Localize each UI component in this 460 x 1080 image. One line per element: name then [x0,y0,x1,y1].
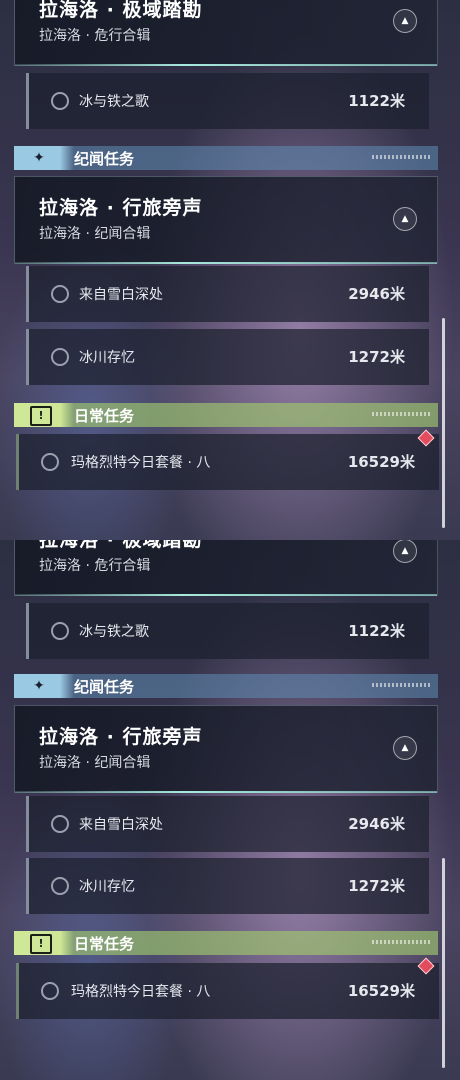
quest-list-panel: 拉海洛 · 极域踏勘 拉海洛 · 危行合辑 ▲ 冰与铁之歌 1122米 ✦ 纪闻… [0,540,460,1080]
quest-list-panel: 拉海洛 · 极域踏勘 拉海洛 · 危行合辑 ▲ 冰与铁之歌 1122米 ✦ 纪闻… [0,0,460,540]
chevron-up-icon[interactable]: ▲ [393,9,417,33]
task-distance: 16529米 [347,453,415,471]
task-distance: 2946米 [348,815,405,833]
task-row[interactable]: 冰川存忆 1272米 [26,858,429,914]
task-status-circle-icon [51,285,69,303]
quest-group-card-expedition[interactable]: 拉海洛 · 极域踏勘 拉海洛 · 危行合辑 ▲ [14,540,438,596]
task-status-circle-icon [51,815,69,833]
section-header-decoration [372,155,432,159]
quest-group-title: 拉海洛 · 极域踏勘 [39,0,203,21]
quest-group-card-travel[interactable]: 拉海洛 · 行旅旁声 拉海洛 · 纪闻合辑 ▲ [14,705,438,793]
section-header-decoration [372,683,432,687]
section-header-label: 纪闻任务 [74,150,135,168]
scrollbar-thumb[interactable] [442,318,445,528]
section-header-decoration [372,940,432,944]
task-row[interactable]: 冰与铁之歌 1122米 [26,73,429,129]
task-name: 玛格烈特今日套餐 · 八 [71,984,211,1000]
task-distance: 2946米 [348,285,405,303]
card-glow-line [15,594,437,596]
quest-group-title: 拉海洛 · 行旅旁声 [39,726,203,748]
section-header-daily-quests: ! 日常任务 [14,931,438,955]
section-header-daily-quests: ! 日常任务 [14,403,438,427]
section-header-decoration [372,412,432,416]
card-glow-line [15,791,437,793]
quest-group-subtitle: 拉海洛 · 纪闻合辑 [39,226,151,242]
task-name: 来自雪白深处 [79,817,163,833]
task-row[interactable]: 来自雪白深处 2946米 [26,796,429,852]
task-row[interactable]: 冰川存忆 1272米 [26,329,429,385]
section-header-label: 日常任务 [74,935,135,953]
task-name: 玛格烈特今日套餐 · 八 [71,455,211,471]
scrollbar-thumb[interactable] [442,858,445,1068]
task-row[interactable]: 冰与铁之歌 1122米 [26,603,429,659]
chevron-up-icon[interactable]: ▲ [393,736,417,760]
quest-group-title: 拉海洛 · 极域踏勘 [39,540,203,551]
chevron-up-icon[interactable]: ▲ [393,540,417,563]
chevron-up-icon[interactable]: ▲ [393,207,417,231]
task-row[interactable]: 来自雪白深处 2946米 [26,266,429,322]
task-status-circle-icon [41,982,59,1000]
exclamation-icon: ! [30,406,52,426]
task-distance: 16529米 [347,982,415,1000]
section-header-lore-quests: ✦ 纪闻任务 [14,146,438,170]
exclamation-icon: ! [30,934,52,954]
task-distance: 1122米 [348,92,405,110]
task-name: 来自雪白深处 [79,287,163,303]
quest-group-title: 拉海洛 · 行旅旁声 [39,197,203,219]
card-glow-line [15,262,437,264]
quest-group-card-travel[interactable]: 拉海洛 · 行旅旁声 拉海洛 · 纪闻合辑 ▲ [14,176,438,264]
quest-group-subtitle: 拉海洛 · 纪闻合辑 [39,755,151,771]
section-header-label: 纪闻任务 [74,678,135,696]
task-distance: 1272米 [348,877,405,895]
quest-group-subtitle: 拉海洛 · 危行合辑 [39,558,151,574]
task-distance: 1272米 [348,348,405,366]
task-row[interactable]: 玛格烈特今日套餐 · 八 16529米 [16,963,439,1019]
task-name: 冰川存忆 [79,350,135,366]
section-header-label: 日常任务 [74,407,135,425]
task-distance: 1122米 [348,622,405,640]
task-status-circle-icon [51,622,69,640]
task-row[interactable]: 玛格烈特今日套餐 · 八 16529米 [16,434,439,490]
task-name: 冰川存忆 [79,879,135,895]
sparkle-icon: ✦ [33,150,45,166]
task-status-circle-icon [41,453,59,471]
card-glow-line [15,64,437,66]
task-name: 冰与铁之歌 [79,624,149,640]
section-header-lore-quests: ✦ 纪闻任务 [14,674,438,698]
task-status-circle-icon [51,92,69,110]
task-name: 冰与铁之歌 [79,94,149,110]
quest-group-subtitle: 拉海洛 · 危行合辑 [39,28,151,44]
task-status-circle-icon [51,877,69,895]
sparkle-icon: ✦ [33,678,45,694]
task-status-circle-icon [51,348,69,366]
quest-group-card-expedition[interactable]: 拉海洛 · 极域踏勘 拉海洛 · 危行合辑 ▲ [14,0,438,66]
